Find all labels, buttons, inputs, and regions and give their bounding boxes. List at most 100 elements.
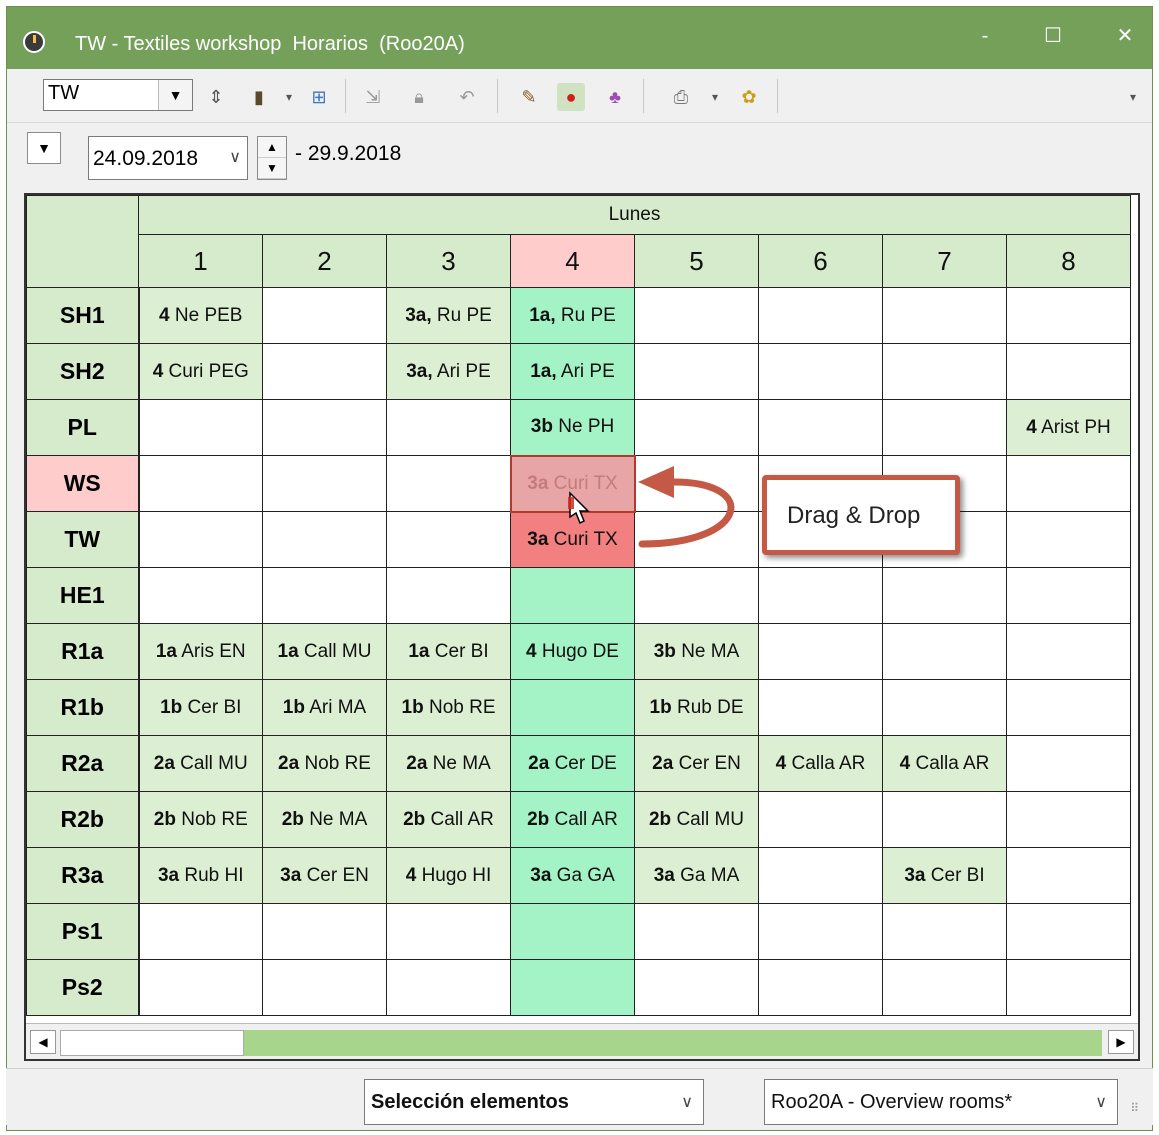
settings-icon[interactable]: ✿ (735, 83, 763, 111)
lesson-cell[interactable]: 1a, Ari PE (510, 343, 635, 400)
empty-cell[interactable] (882, 903, 1007, 960)
undo-icon[interactable]: ↶ (453, 83, 481, 111)
empty-cell[interactable] (1006, 343, 1131, 400)
empty-cell[interactable] (758, 679, 883, 736)
up-down-icon[interactable]: ⇕ (202, 83, 230, 111)
empty-cell[interactable] (386, 959, 511, 1016)
room-header[interactable]: SH2 (26, 343, 140, 400)
empty-cell[interactable] (510, 959, 635, 1016)
lesson-cell[interactable]: 1a Call MU (262, 623, 387, 680)
empty-cell[interactable] (1006, 679, 1131, 736)
lesson-cell[interactable]: 3a Ga MA (634, 847, 759, 904)
hour-header[interactable]: 3 (386, 234, 511, 288)
empty-cell[interactable] (1006, 567, 1131, 624)
empty-cell[interactable] (510, 567, 635, 624)
lesson-cell[interactable]: 3a Cer EN (262, 847, 387, 904)
empty-cell[interactable] (138, 567, 263, 624)
people-icon[interactable]: ♣ (601, 83, 629, 111)
room-header[interactable]: SH1 (26, 287, 140, 344)
empty-cell[interactable] (262, 511, 387, 568)
empty-cell[interactable] (510, 903, 635, 960)
dropdown-arrow-icon[interactable]: ▾ (701, 83, 729, 111)
empty-cell[interactable] (386, 567, 511, 624)
hour-header[interactable]: 7 (882, 234, 1007, 288)
lesson-cell[interactable]: 1b Cer BI (138, 679, 263, 736)
empty-cell[interactable] (262, 567, 387, 624)
empty-cell[interactable] (262, 343, 387, 400)
hour-header[interactable]: 1 (138, 234, 263, 288)
lesson-cell[interactable]: 3a Cer BI (882, 847, 1007, 904)
empty-cell[interactable] (1006, 623, 1131, 680)
palette-icon[interactable]: ✎ (515, 83, 543, 111)
date-menu-chevron-icon[interactable]: ▼ (27, 132, 61, 164)
lesson-cell[interactable]: 3b Ne MA (634, 623, 759, 680)
lesson-cell[interactable]: 2b Call AR (510, 791, 635, 848)
empty-cell[interactable] (386, 455, 511, 512)
empty-cell[interactable] (758, 847, 883, 904)
lesson-cell[interactable]: 2a Cer EN (634, 735, 759, 792)
minimize-button[interactable]: - (965, 21, 1005, 51)
scroll-left-icon[interactable]: ◀ (30, 1030, 56, 1054)
room-header[interactable]: Ps2 (26, 959, 140, 1016)
selection-combo[interactable]: Selección elementos ∨ (364, 1079, 704, 1125)
empty-cell[interactable] (262, 287, 387, 344)
lesson-cell[interactable]: 4 Hugo DE (510, 623, 635, 680)
empty-cell[interactable] (882, 679, 1007, 736)
empty-cell[interactable] (262, 959, 387, 1016)
empty-cell[interactable] (1006, 287, 1131, 344)
hour-header[interactable]: 8 (1006, 234, 1131, 288)
scroll-track[interactable] (244, 1030, 1102, 1056)
lesson-cell[interactable]: 2a Call MU (138, 735, 263, 792)
empty-cell[interactable] (386, 511, 511, 568)
lesson-cell[interactable]: 2a Ne MA (386, 735, 511, 792)
empty-cell[interactable] (882, 287, 1007, 344)
room-header[interactable]: Ps1 (26, 903, 140, 960)
empty-cell[interactable] (758, 959, 883, 1016)
empty-cell[interactable] (758, 903, 883, 960)
import-icon[interactable]: ⇲ (359, 83, 387, 111)
lesson-cell[interactable]: 3a, Ru PE (386, 287, 511, 344)
empty-cell[interactable] (1006, 791, 1131, 848)
chevron-down-icon[interactable]: ∨ (1095, 1092, 1107, 1112)
lock-icon[interactable]: 🔒︎ (405, 83, 433, 111)
room-header[interactable]: R1a (26, 623, 140, 680)
lesson-cell[interactable]: 4 Calla AR (758, 735, 883, 792)
empty-cell[interactable] (758, 399, 883, 456)
room-header[interactable]: HE1 (26, 567, 140, 624)
empty-cell[interactable] (634, 567, 759, 624)
scroll-thumb[interactable] (60, 1030, 244, 1056)
empty-cell[interactable] (758, 287, 883, 344)
lesson-cell[interactable]: 2b Call AR (386, 791, 511, 848)
empty-cell[interactable] (882, 959, 1007, 1016)
hour-header[interactable]: 4 (510, 234, 635, 288)
empty-cell[interactable] (510, 679, 635, 736)
empty-cell[interactable] (1006, 455, 1131, 512)
room-header[interactable]: R2a (26, 735, 140, 792)
grid-plus-icon[interactable]: ⊞ (305, 83, 333, 111)
lesson-cell[interactable]: 3a Ga GA (510, 847, 635, 904)
resize-grip-icon[interactable]: ⠿ (1130, 1101, 1139, 1115)
lesson-cell[interactable]: 1b Ari MA (262, 679, 387, 736)
lesson-cell[interactable]: 1b Rub DE (634, 679, 759, 736)
chevron-down-icon[interactable]: ∨ (229, 147, 241, 167)
room-header[interactable]: R2b (26, 791, 140, 848)
empty-cell[interactable] (758, 623, 883, 680)
empty-cell[interactable] (1006, 511, 1131, 568)
room-header[interactable]: TW (26, 511, 140, 568)
lesson-cell[interactable]: 4 Curi PEG (138, 343, 263, 400)
empty-cell[interactable] (262, 903, 387, 960)
title-bar[interactable]: TW - Textiles workshop Horarios (Roo20A)… (7, 7, 1152, 69)
empty-cell[interactable] (634, 959, 759, 1016)
empty-cell[interactable] (882, 791, 1007, 848)
room-header[interactable]: R1b (26, 679, 140, 736)
view-combo[interactable]: Roo20A - Overview rooms* ∨ (764, 1079, 1118, 1125)
close-button[interactable]: ✕ (1105, 21, 1145, 51)
empty-cell[interactable] (1006, 903, 1131, 960)
hour-header[interactable]: 6 (758, 234, 883, 288)
hour-header[interactable]: 2 (262, 234, 387, 288)
empty-cell[interactable] (882, 623, 1007, 680)
empty-cell[interactable] (1006, 959, 1131, 1016)
lesson-cell[interactable]: 1b Nob RE (386, 679, 511, 736)
chevron-down-icon[interactable]: ∨ (681, 1092, 693, 1112)
toolbar-overflow-icon[interactable]: ▾ (1119, 83, 1147, 111)
